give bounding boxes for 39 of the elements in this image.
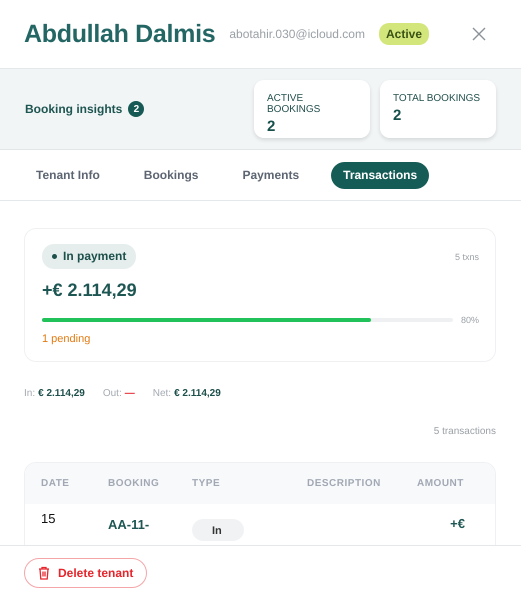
delete-button[interactable]: Delete tenant: [24, 558, 148, 588]
status-pill: In payment: [42, 244, 136, 269]
column-header: BOOKING: [108, 478, 160, 489]
stat-label: ACTIVE BOOKINGS: [267, 93, 322, 115]
table-cell-text: 15: [40, 511, 56, 526]
pending-text: 1 pending: [42, 333, 92, 345]
close-button[interactable]: [472, 27, 486, 41]
stat-value: 2: [267, 118, 276, 135]
status-dot: [52, 254, 57, 258]
tab[interactable]: Tenant Info: [24, 162, 112, 188]
total-amount: +€ 2.114,29: [42, 280, 138, 301]
count-badge: 2: [128, 101, 144, 117]
column-header: DESCRIPTION: [307, 478, 382, 489]
column-header: DATE: [40, 478, 70, 489]
total-label: Out:: [102, 388, 122, 399]
stat-label: TOTAL BOOKINGS: [393, 93, 482, 104]
trash-icon: [38, 566, 50, 580]
email-text: abotahir.030@icloud.com: [229, 27, 365, 41]
tab[interactable]: Bookings: [132, 162, 210, 188]
percent-text: 80%: [460, 315, 479, 325]
tab[interactable]: Transactions: [331, 162, 430, 188]
total-value: € 2.114,29: [38, 388, 85, 399]
tenant-name: Abdullah Dalmis: [24, 20, 216, 48]
status-badge: Active: [378, 23, 430, 45]
type-pill: In: [192, 519, 244, 541]
column-header: TYPE: [191, 478, 222, 489]
table-cell-text: AA-11-: [108, 516, 150, 532]
tab[interactable]: Payments: [230, 162, 312, 188]
column-header: AMOUNT: [417, 478, 465, 489]
total-label: Net:: [152, 388, 172, 399]
stat-value: 2: [393, 107, 402, 124]
total-label: In:: [24, 388, 36, 399]
close-icon: [472, 27, 486, 41]
transactions-count: 5 transactions: [432, 426, 496, 437]
insights-label: Booking insights: [25, 102, 122, 116]
table-cell-text: +€: [449, 515, 466, 531]
total-value: € 2.114,29: [174, 388, 221, 399]
total-value: —: [124, 388, 135, 399]
txn-count: 5 txns: [454, 252, 479, 262]
